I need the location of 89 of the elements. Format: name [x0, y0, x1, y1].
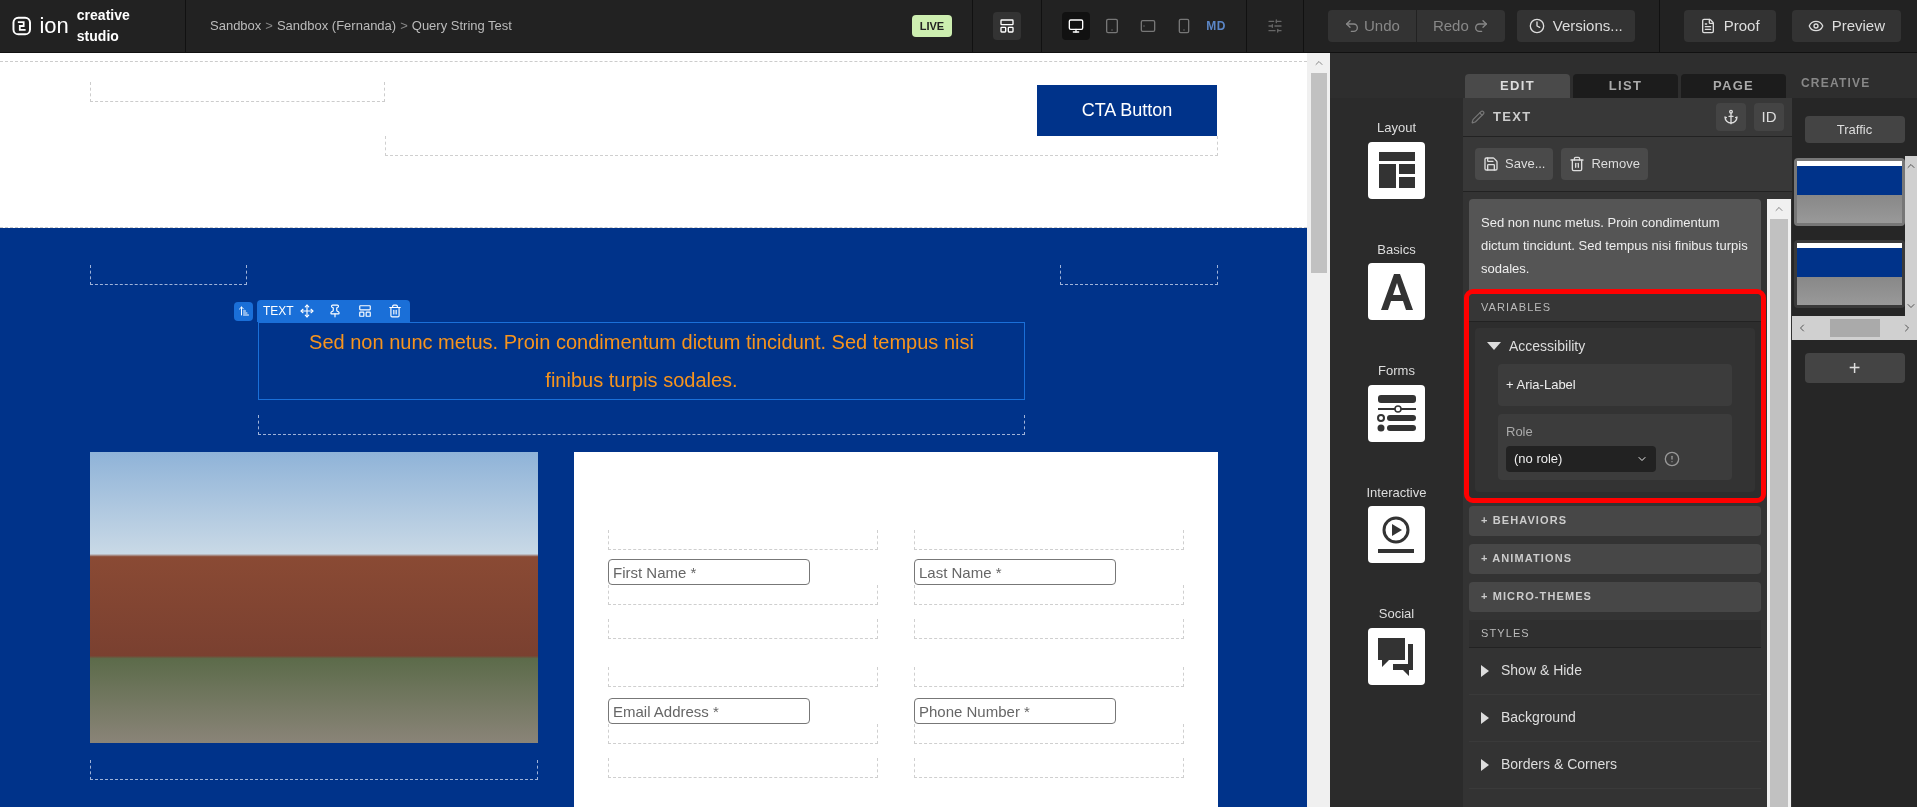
traffic-button[interactable]: Traffic — [1804, 116, 1905, 143]
tablet-landscape-icon — [1140, 18, 1157, 34]
triangle-icon — [1481, 664, 1489, 677]
logo-text: ion — [39, 15, 69, 37]
style-group-toggle[interactable]: Show & Hide — [1469, 647, 1761, 695]
panel-layout-icon — [999, 18, 1016, 34]
save-button[interactable]: Save... — [1475, 148, 1554, 180]
style-group-toggle[interactable]: Background — [1469, 694, 1761, 742]
component-tile[interactable] — [1368, 506, 1425, 563]
scroll-thumb[interactable] — [1310, 73, 1327, 273]
editor-scrollbar[interactable] — [1767, 199, 1791, 807]
undo-icon — [1344, 18, 1360, 34]
component-tile[interactable] — [1368, 141, 1425, 199]
breadcrumb-link[interactable]: Sandbox (Fernanda) — [276, 16, 397, 36]
remove-button[interactable]: Remove — [1561, 148, 1648, 180]
collapsed-section[interactable]: + ANIMATIONS — [1469, 543, 1761, 574]
group-toggle[interactable]: Accessibility — [1475, 328, 1598, 364]
page-thumbnail[interactable] — [1794, 240, 1905, 308]
resize-icon[interactable] — [299, 304, 314, 318]
add-aria-label-button[interactable]: + Aria-Label — [1498, 364, 1732, 406]
move-up-button[interactable] — [234, 301, 253, 321]
component-tile[interactable] — [1368, 384, 1425, 442]
role-label: Role — [1506, 423, 1534, 441]
info-icon[interactable] — [1664, 450, 1680, 467]
logo-icon — [12, 16, 32, 36]
add-page-button[interactable]: + — [1804, 353, 1905, 383]
text-preview: Sed non nunc metus. Proin condimentum dictum tincidunt. Sed tempus nisi finibus turpis sodales. — [1469, 199, 1761, 292]
trash-icon[interactable] — [387, 304, 402, 318]
redo-icon — [1472, 18, 1489, 34]
component-category-label: Interactive — [1366, 483, 1427, 502]
settings-sliders-icon[interactable] — [1267, 18, 1283, 34]
tablet-icon — [1104, 18, 1121, 34]
component-category-label: Social — [1378, 605, 1415, 623]
layout-toggle-button[interactable] — [993, 12, 1022, 40]
breadcrumb-separator: > — [265, 17, 273, 36]
proof-button[interactable]: Proof — [1683, 10, 1776, 42]
breadcrumb-link[interactable]: Query String Test — [411, 16, 512, 36]
page-thumbnail[interactable] — [1794, 158, 1905, 226]
device-button[interactable] — [1062, 12, 1091, 40]
anchor-icon — [1723, 109, 1739, 125]
text-input-field[interactable]: Last Name * — [914, 559, 1116, 585]
element-type-label: TEXT — [262, 303, 295, 320]
product-name: creative studio — [76, 6, 131, 46]
breakpoint-label: MD — [1206, 18, 1226, 35]
layout-icon[interactable] — [357, 304, 372, 318]
text-input-field[interactable]: Phone Number * — [914, 698, 1116, 724]
breadcrumb-separator: > — [400, 17, 408, 36]
role-dropdown[interactable]: (no role) — [1506, 445, 1656, 472]
component-category-label: Basics — [1377, 240, 1416, 259]
text-input-field[interactable]: Email Address * — [608, 698, 810, 724]
document-icon — [1699, 18, 1716, 34]
collapsed-section[interactable]: + BEHAVIORS — [1469, 505, 1761, 536]
element-type-title: TEXT — [1493, 108, 1533, 127]
panel-tab[interactable]: PAGE — [1681, 74, 1786, 98]
panel-tab[interactable]: EDIT — [1465, 74, 1570, 98]
triangle-icon — [1481, 758, 1489, 771]
eye-icon — [1807, 18, 1824, 34]
selected-text-block[interactable]: Sed non nunc metus. Proin condimentum dictum tincidunt. Sed tempus nisi finibus turpis sodales. — [258, 322, 1025, 400]
breadcrumb-link[interactable]: Sandbox — [210, 16, 262, 36]
component-tile[interactable] — [1368, 627, 1425, 685]
versions-button[interactable]: Versions... — [1516, 10, 1635, 42]
trash-icon — [1569, 156, 1586, 172]
cta-button[interactable]: CTA Button — [1037, 85, 1217, 136]
creative-header: CREATIVE — [1801, 75, 1871, 92]
pin-icon[interactable] — [327, 304, 342, 318]
desktop-icon — [1068, 18, 1085, 34]
preview-button[interactable]: Preview — [1791, 10, 1901, 42]
text-input-field[interactable]: First Name * — [608, 559, 810, 585]
sort-up-icon — [237, 305, 250, 317]
live-badge: LIVE — [911, 14, 953, 38]
pencil-icon — [1471, 110, 1485, 124]
id-button[interactable]: ID — [1754, 103, 1784, 131]
component-category-label: Forms — [1378, 362, 1415, 380]
headline-text: Sed non nunc metus. Proin condimentum dictum tincidunt. Sed tempus nisi finibus turpis sodales. — [308, 330, 975, 393]
triangle-icon — [1481, 711, 1489, 724]
collapsed-section[interactable]: + MICRO-THEMES — [1469, 581, 1761, 612]
thumbnail-hscrollbar[interactable] — [1792, 316, 1917, 340]
panel-tab[interactable]: LIST — [1573, 74, 1678, 98]
triangle-icon — [1487, 342, 1501, 350]
anchor-button[interactable] — [1716, 103, 1746, 131]
component-category-label: Layout — [1376, 119, 1416, 137]
thumbnail-scrollbar[interactable] — [1905, 156, 1917, 316]
section-title: STYLES — [1481, 625, 1530, 641]
component-tile[interactable] — [1368, 263, 1425, 320]
clock-icon — [1528, 18, 1545, 34]
section-title: VARIABLES — [1481, 300, 1552, 316]
canvas-scrollbar[interactable] — [1307, 53, 1330, 807]
style-group-toggle[interactable]: Borders & Corners — [1469, 741, 1761, 789]
scroll-thumb[interactable] — [1770, 219, 1788, 807]
